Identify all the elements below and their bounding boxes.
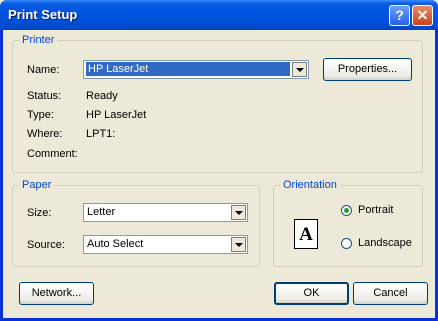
title-bar[interactable]: Print Setup ? ✕ — [0, 0, 438, 30]
paper-size-select[interactable]: Letter — [83, 203, 248, 222]
chevron-down-icon[interactable] — [231, 205, 246, 220]
properties-button[interactable]: Properties... — [323, 58, 412, 81]
orientation-legend: Orientation — [280, 179, 340, 191]
portrait-label[interactable]: Portrait — [358, 204, 393, 216]
dialog-title: Print Setup — [8, 7, 78, 22]
close-icon: ✕ — [416, 7, 429, 23]
printer-name-value: HP LaserJet — [86, 62, 290, 76]
paper-source-select[interactable]: Auto Select — [83, 235, 248, 254]
size-label: Size: — [27, 207, 52, 219]
source-label: Source: — [27, 239, 65, 251]
landscape-radio[interactable] — [341, 238, 352, 249]
where-value: LPT1: — [86, 128, 116, 140]
paper-source-value: Auto Select — [87, 238, 144, 250]
printer-name-select[interactable]: HP LaserJet — [83, 60, 309, 79]
status-value: Ready — [86, 90, 118, 102]
name-label: Name: — [27, 64, 60, 76]
where-label: Where: — [27, 128, 63, 140]
paper-group: Paper Size: Letter Source: Auto Select — [12, 179, 260, 267]
landscape-label[interactable]: Landscape — [358, 237, 412, 249]
portrait-radio[interactable] — [341, 205, 352, 216]
printer-group: Printer Name: HP LaserJet Properties... … — [12, 34, 423, 173]
paper-legend: Paper — [19, 179, 55, 191]
help-button[interactable]: ? — [389, 5, 410, 26]
type-label: Type: — [27, 109, 54, 121]
comment-label: Comment: — [27, 148, 78, 160]
help-icon: ? — [395, 7, 404, 23]
print-setup-dialog: Print Setup ? ✕ Printer Name: HP LaserJe… — [0, 0, 438, 321]
printer-legend: Printer — [19, 34, 58, 46]
cancel-button[interactable]: Cancel — [353, 282, 428, 305]
ok-button[interactable]: OK — [274, 282, 349, 305]
network-button[interactable]: Network... — [19, 282, 94, 305]
close-button[interactable]: ✕ — [412, 5, 433, 26]
paper-size-value: Letter — [87, 206, 116, 218]
portrait-page-icon: A — [294, 219, 318, 249]
chevron-down-icon[interactable] — [292, 62, 307, 77]
chevron-down-icon[interactable] — [231, 237, 246, 252]
orientation-group: Orientation A Portrait Landscape — [273, 179, 423, 267]
type-value: HP LaserJet — [86, 109, 147, 121]
status-label: Status: — [27, 90, 62, 102]
